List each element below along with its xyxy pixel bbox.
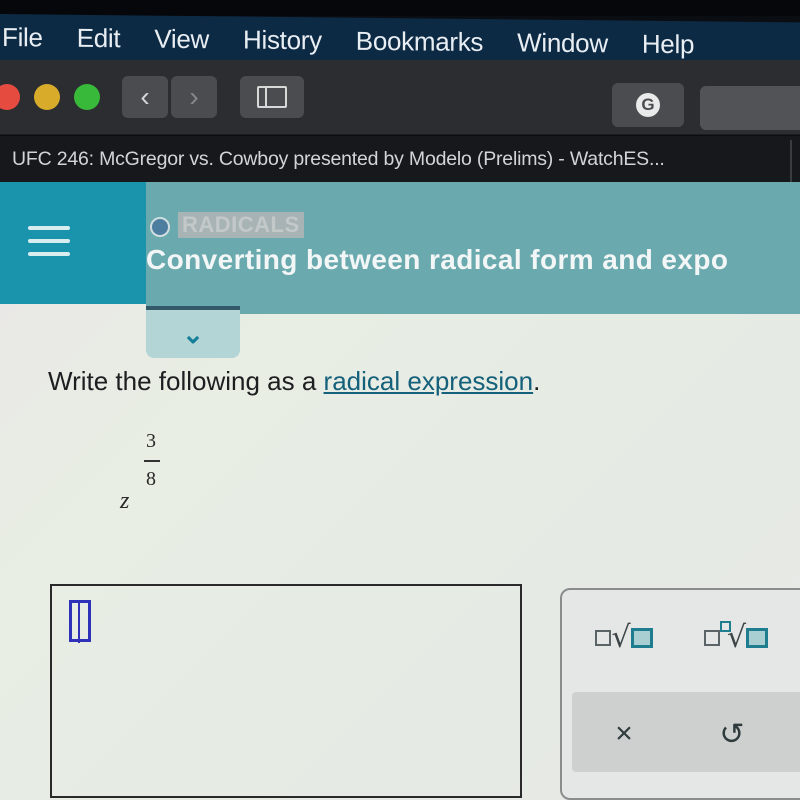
sidebar-toggle-button[interactable] bbox=[240, 76, 304, 118]
menu-edit[interactable]: Edit bbox=[77, 22, 121, 53]
radicand-box-icon bbox=[746, 628, 769, 648]
menu-view[interactable]: View bbox=[154, 23, 209, 55]
radical-expression-link[interactable]: radical expression bbox=[324, 366, 534, 396]
chevron-left-icon: ‹ bbox=[140, 81, 150, 112]
menu-panel bbox=[0, 182, 146, 304]
sidebar-icon bbox=[257, 86, 287, 108]
topic-label: RADICALS bbox=[178, 212, 304, 238]
nth-root-button[interactable]: √ bbox=[696, 610, 776, 666]
address-bar[interactable] bbox=[700, 86, 800, 130]
index-box-icon bbox=[719, 620, 731, 632]
answer-input[interactable] bbox=[50, 584, 522, 798]
zoom-window-button[interactable] bbox=[74, 84, 100, 110]
question-prefix: Write the following as a bbox=[48, 366, 324, 396]
coefficient-box-icon bbox=[595, 630, 612, 646]
undo-icon: ↺ bbox=[719, 717, 745, 751]
close-icon: × bbox=[615, 717, 633, 750]
fraction-bar bbox=[144, 460, 160, 462]
grammarly-extension-button[interactable]: G bbox=[612, 83, 684, 127]
hamburger-menu-icon[interactable] bbox=[28, 226, 70, 262]
menu-history[interactable]: History bbox=[243, 24, 322, 56]
grammarly-icon: G bbox=[636, 93, 660, 117]
question-prompt: Write the following as a radical express… bbox=[48, 366, 540, 397]
chevron-right-icon: › bbox=[189, 81, 199, 112]
input-cursor-placeholder bbox=[69, 600, 91, 643]
expand-header-button[interactable]: ⌄ bbox=[146, 306, 240, 358]
exponent-denominator: 8 bbox=[146, 468, 156, 490]
tab-separator bbox=[790, 140, 792, 184]
clear-button[interactable]: × bbox=[596, 706, 652, 762]
back-button[interactable]: ‹ bbox=[122, 76, 168, 118]
menu-bookmarks[interactable]: Bookmarks bbox=[356, 25, 483, 57]
question-suffix: . bbox=[533, 366, 541, 396]
math-base: z bbox=[120, 488, 130, 514]
minimize-window-button[interactable] bbox=[34, 84, 60, 110]
forward-button[interactable]: › bbox=[171, 76, 217, 118]
chevron-down-icon: ⌄ bbox=[182, 318, 204, 349]
menu-window[interactable]: Window bbox=[517, 27, 608, 59]
screen-bezel bbox=[0, 0, 800, 16]
undo-button[interactable]: ↺ bbox=[704, 706, 760, 762]
tab-active[interactable]: UFC 246: McGregor vs. Cowboy presented b… bbox=[12, 148, 665, 171]
radical-icon: √ bbox=[611, 620, 631, 655]
lesson-title: Converting between radical form and expo bbox=[146, 244, 729, 275]
menu-file[interactable]: File bbox=[2, 22, 43, 53]
sqrt-button[interactable]: √ bbox=[584, 610, 664, 666]
coefficient-box-icon bbox=[703, 630, 720, 646]
menu-help[interactable]: Help bbox=[642, 28, 694, 60]
exponent-numerator: 3 bbox=[146, 430, 156, 452]
radicand-box-icon bbox=[630, 628, 653, 648]
topic-progress-icon bbox=[150, 217, 170, 237]
